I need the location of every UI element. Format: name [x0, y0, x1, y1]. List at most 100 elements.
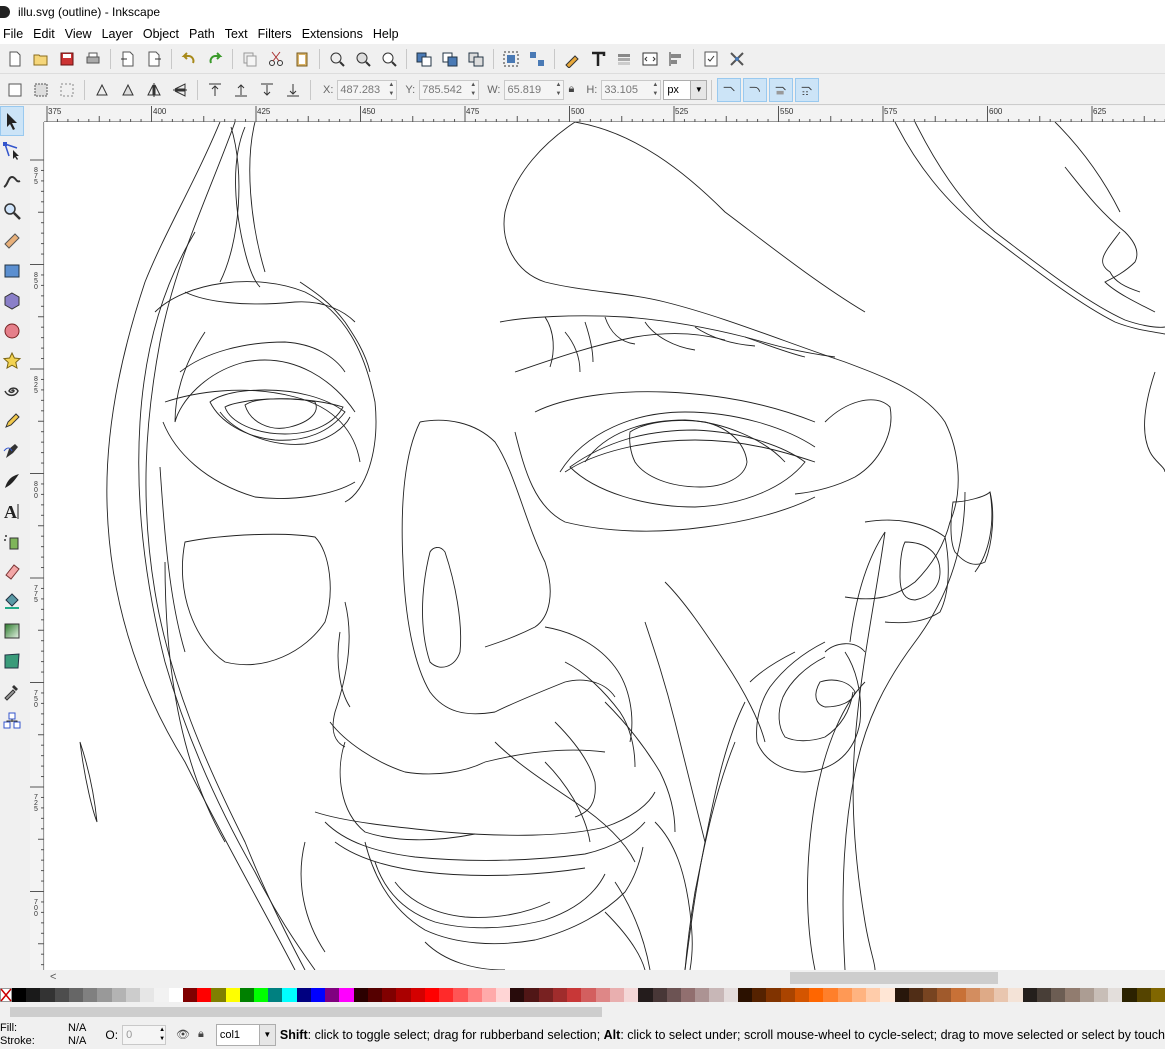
deselect-icon[interactable]	[55, 78, 79, 102]
undo-icon[interactable]	[177, 47, 201, 71]
zoom-tool-icon[interactable]	[0, 196, 24, 226]
color-swatch[interactable]	[1036, 988, 1052, 1002]
color-swatch[interactable]	[296, 988, 311, 1002]
color-swatch[interactable]	[965, 988, 980, 1002]
color-swatch[interactable]	[809, 988, 824, 1002]
color-swatch[interactable]	[979, 988, 995, 1002]
lower-icon[interactable]	[255, 78, 279, 102]
mesh-tool-icon[interactable]	[0, 646, 24, 676]
color-swatch[interactable]	[866, 988, 881, 1002]
h-stepper-icon[interactable]: ▲ ▼	[650, 81, 660, 99]
node-tool-icon[interactable]	[0, 136, 24, 166]
chevron-down-icon[interactable]: ▼	[258, 1024, 275, 1045]
color-swatch[interactable]	[1108, 988, 1123, 1002]
color-swatch[interactable]	[353, 988, 368, 1002]
horizontal-scrollbar[interactable]: <	[44, 970, 1165, 986]
layers-icon[interactable]	[612, 47, 636, 71]
redo-icon[interactable]	[203, 47, 227, 71]
xml-editor-icon[interactable]	[638, 47, 662, 71]
zoom-drawing-icon[interactable]	[351, 47, 375, 71]
rectangle-tool-icon[interactable]	[0, 256, 24, 286]
color-swatch[interactable]	[26, 988, 41, 1002]
color-swatch[interactable]	[424, 988, 440, 1002]
horizontal-ruler[interactable]: 375 400 425 450 475 500 525 550 575 600 …	[44, 106, 1165, 122]
ellipse-tool-icon[interactable]	[0, 316, 24, 346]
copy-icon[interactable]	[238, 47, 262, 71]
align-distribute-icon[interactable]	[664, 47, 688, 71]
paste-icon[interactable]	[290, 47, 314, 71]
color-swatch[interactable]	[54, 988, 69, 1002]
color-swatch[interactable]	[154, 988, 169, 1002]
color-swatch[interactable]	[552, 988, 568, 1002]
gradient-tool-icon[interactable]	[0, 616, 24, 646]
color-swatch[interactable]	[524, 988, 539, 1002]
color-swatch[interactable]	[681, 988, 696, 1002]
color-swatch[interactable]	[994, 988, 1009, 1002]
cut-icon[interactable]	[264, 47, 288, 71]
menu-help[interactable]: Help	[369, 27, 405, 41]
flip-horizontal-icon[interactable]	[142, 78, 166, 102]
lock-ratio-icon[interactable]: 🔒︎	[568, 83, 574, 96]
export-icon[interactable]	[142, 47, 166, 71]
color-swatch[interactable]	[1008, 988, 1023, 1002]
color-swatch[interactable]	[382, 988, 397, 1002]
color-swatch[interactable]	[894, 988, 909, 1002]
y-stepper-icon[interactable]: ▲ ▼	[468, 81, 478, 99]
connector-tool-icon[interactable]	[0, 706, 24, 736]
color-swatch[interactable]	[211, 988, 226, 1002]
current-layer-dropdown[interactable]: col1 ▼	[215, 1023, 276, 1046]
transform-gradients-icon[interactable]	[769, 77, 794, 102]
color-swatch[interactable]	[339, 988, 354, 1002]
eraser-tool-icon[interactable]	[0, 556, 24, 586]
color-swatch[interactable]	[367, 988, 383, 1002]
paint-bucket-tool-icon[interactable]	[0, 586, 24, 616]
color-swatch[interactable]	[140, 988, 155, 1002]
color-swatch[interactable]	[97, 988, 112, 1002]
menu-extensions[interactable]: Extensions	[298, 27, 369, 41]
color-swatch[interactable]	[83, 988, 98, 1002]
y-input[interactable]	[420, 80, 469, 99]
color-swatch[interactable]	[481, 988, 496, 1002]
color-swatch[interactable]	[567, 988, 582, 1002]
color-swatch[interactable]	[439, 988, 454, 1002]
color-swatch[interactable]	[68, 988, 84, 1002]
pencil-tool-icon[interactable]	[0, 406, 24, 436]
select-all-icon[interactable]	[3, 78, 27, 102]
fill-stroke-icon[interactable]	[560, 47, 584, 71]
color-swatch[interactable]	[1093, 988, 1109, 1002]
menu-edit[interactable]: Edit	[29, 27, 61, 41]
color-swatch[interactable]	[723, 988, 738, 1002]
opacity-spinbox[interactable]: ▲▼	[122, 1024, 167, 1045]
menu-filters[interactable]: Filters	[254, 27, 298, 41]
scroll-left-icon[interactable]: <	[50, 971, 56, 983]
color-swatch[interactable]	[666, 988, 682, 1002]
menu-path[interactable]: Path	[185, 27, 221, 41]
color-swatch[interactable]	[1065, 988, 1080, 1002]
color-swatch[interactable]	[310, 988, 326, 1002]
color-swatch[interactable]	[225, 988, 240, 1002]
scale-stroke-icon[interactable]	[717, 77, 742, 102]
color-swatch[interactable]	[1136, 988, 1151, 1002]
color-swatch[interactable]	[538, 988, 553, 1002]
select-all-layers-icon[interactable]	[29, 78, 53, 102]
layer-lock-icon[interactable]: 🔒︎	[198, 1028, 204, 1041]
spiral-tool-icon[interactable]	[0, 376, 24, 406]
opacity-stepper-icon[interactable]: ▲ ▼	[159, 1026, 165, 1044]
opacity-input[interactable]	[123, 1028, 160, 1041]
color-swatch[interactable]	[652, 988, 667, 1002]
scale-corners-icon[interactable]	[743, 77, 768, 102]
color-swatch[interactable]	[951, 988, 966, 1002]
color-swatch[interactable]	[1122, 988, 1137, 1002]
star-tool-icon[interactable]	[0, 346, 24, 376]
color-swatch[interactable]	[453, 988, 468, 1002]
color-swatch[interactable]	[197, 988, 212, 1002]
print-icon[interactable]	[81, 47, 105, 71]
menu-view[interactable]: View	[61, 27, 98, 41]
color-swatch[interactable]	[12, 988, 27, 1002]
chevron-down-icon[interactable]: ▼	[690, 80, 707, 99]
scroll-thumb[interactable]	[790, 972, 998, 984]
dropper-tool-icon[interactable]	[0, 676, 24, 706]
color-swatch[interactable]	[752, 988, 767, 1002]
selector-tool-icon[interactable]	[0, 106, 24, 136]
color-swatch[interactable]	[268, 988, 283, 1002]
